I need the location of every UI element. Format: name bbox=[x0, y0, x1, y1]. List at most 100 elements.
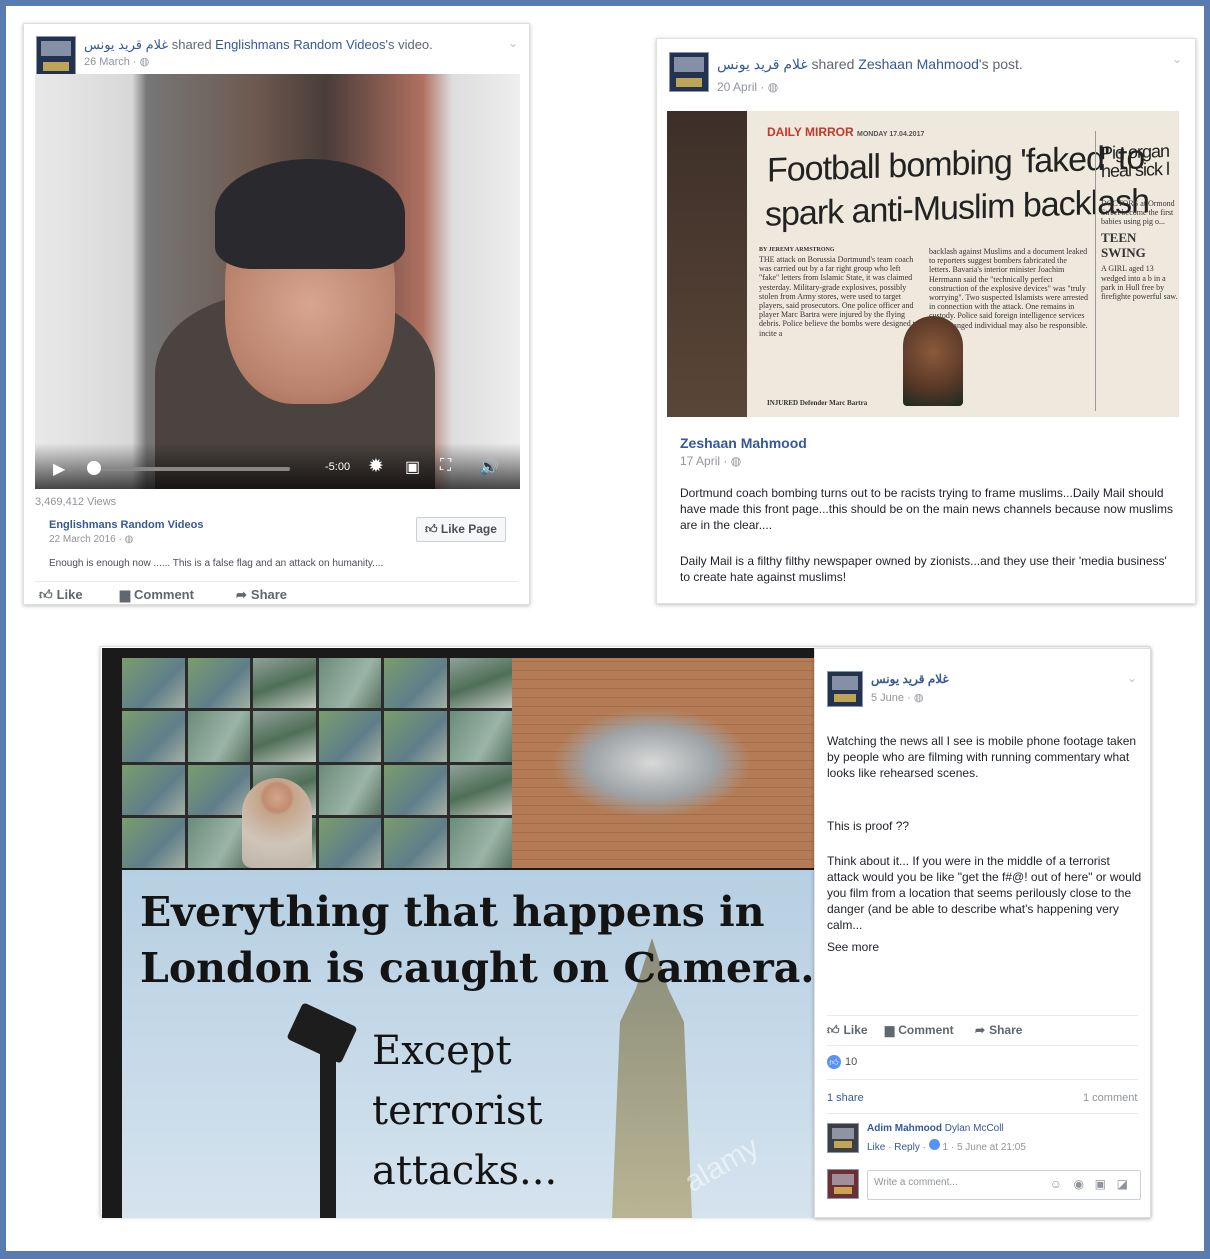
page-avatar[interactable] bbox=[669, 52, 709, 92]
commenter-avatar[interactable] bbox=[827, 1123, 859, 1153]
globe-icon: ◍ bbox=[913, 692, 924, 704]
settings-icon[interactable]: ✹ bbox=[368, 455, 384, 478]
comment-meta: Like · Reply · 1 · 5 June at 21:05 bbox=[867, 1139, 1026, 1153]
video-player[interactable]: ▶ -5:00 ✹ ▣ ⛶ 🔊 bbox=[35, 74, 520, 489]
inner-post-text-1: Dortmund coach bombing turns out to be r… bbox=[680, 486, 1173, 532]
globe-icon: ◍ bbox=[139, 56, 150, 68]
thumbs-up-icon: 👍︎ bbox=[39, 587, 53, 602]
like-reaction-icon: 👍︎ bbox=[827, 1055, 841, 1069]
side-headline: Pig organ heal sick l bbox=[1101, 140, 1170, 182]
comment-count[interactable]: 1 comment bbox=[1083, 1092, 1137, 1104]
source-name[interactable]: Englishmans Random Videos bbox=[49, 519, 203, 531]
operator-figure bbox=[242, 778, 312, 868]
sticker-icon[interactable]: ◪ bbox=[1117, 1177, 1128, 1191]
article-column-1: THE attack on Borussia Dortmund's team c… bbox=[759, 255, 919, 338]
comment-button[interactable]: ▆ Comment bbox=[120, 587, 194, 603]
chevron-down-icon[interactable]: ⌄ bbox=[1127, 671, 1137, 685]
source-date: 22 March 2016 · ◍ bbox=[49, 534, 134, 545]
headline-line-2: spark anti-Muslim backlash bbox=[765, 182, 1150, 234]
author-link[interactable]: غلام قريد يونس bbox=[717, 56, 808, 72]
gif-icon[interactable]: ▣ bbox=[1095, 1177, 1106, 1191]
meme-image[interactable]: Everything that happens in London is cau… bbox=[102, 648, 814, 1218]
post-date[interactable]: 5 June · ◍ bbox=[871, 691, 923, 704]
comment-button[interactable]: ▆ Comment bbox=[885, 1023, 954, 1037]
seek-handle[interactable] bbox=[87, 461, 101, 475]
image-text-line-3: Except bbox=[372, 1028, 512, 1074]
comment-reply-link[interactable]: Reply bbox=[894, 1142, 920, 1153]
photo-edge-shadow bbox=[667, 111, 747, 417]
headline-line-1: Football bombing 'faked' to bbox=[767, 138, 1145, 190]
image-text-line-5: attacks... bbox=[372, 1148, 558, 1194]
thumbs-up-icon: 👍︎ bbox=[425, 522, 441, 536]
photo-caption: INJURED Defender Marc Bartra bbox=[767, 399, 868, 407]
play-icon[interactable]: ▶ bbox=[53, 459, 65, 479]
like-page-button[interactable]: 👍︎ Like Page bbox=[416, 517, 506, 542]
video-post-card: غلام قريد يونس shared Englishmans Random… bbox=[23, 23, 530, 605]
post-paragraph-3: Think about it... If you were in the mid… bbox=[827, 854, 1142, 932]
image-text-line-1: Everything that happens in bbox=[140, 888, 765, 936]
write-comment-input[interactable]: Write a comment... ☺ ◉ ▣ ◪ bbox=[867, 1170, 1141, 1200]
newspaper-photo[interactable]: DAILY MIRROR MONDAY 17.04.2017 Football … bbox=[667, 111, 1179, 417]
inner-post-text-2: Daily Mail is a filthy filthy newspaper … bbox=[680, 554, 1167, 584]
video-caption: Enough is enough now ...... This is a fa… bbox=[49, 558, 384, 569]
cctv-pole bbox=[320, 1048, 336, 1218]
divider bbox=[35, 581, 518, 582]
newspaper-post-card: غلام قريد يونس shared Zeshaan Mahmood's … bbox=[656, 38, 1196, 604]
divider bbox=[827, 1079, 1138, 1080]
share-button[interactable]: ➦ Share bbox=[975, 1023, 1022, 1037]
masthead: DAILY MIRROR MONDAY 17.04.2017 bbox=[767, 125, 925, 139]
byline: BY JEREMY ARMSTRONG bbox=[759, 247, 835, 253]
author-link[interactable]: غلام قريد يونس bbox=[871, 672, 949, 686]
volume-icon[interactable]: 🔊 bbox=[479, 457, 499, 477]
comment-icon: ▆ bbox=[885, 1023, 895, 1037]
chevron-down-icon[interactable]: ⌄ bbox=[508, 36, 518, 50]
side-column-rule bbox=[1095, 131, 1096, 411]
theater-icon[interactable]: ▣ bbox=[405, 457, 420, 477]
see-more-link[interactable]: See more bbox=[827, 939, 879, 955]
inner-date: 17 April · ◍ bbox=[680, 454, 742, 468]
page-avatar[interactable] bbox=[36, 36, 76, 76]
share-button[interactable]: ➦ Share bbox=[236, 587, 287, 603]
camera-icon[interactable]: ◉ bbox=[1074, 1177, 1084, 1191]
share-icon: ➦ bbox=[236, 587, 247, 602]
chevron-down-icon[interactable]: ⌄ bbox=[1172, 52, 1182, 66]
comment-line: Adim Mahmood Dylan McColl bbox=[867, 1123, 1004, 1134]
like-reaction-icon bbox=[928, 1139, 940, 1150]
side-column-text: DOCTORS at Ormond Street become the firs… bbox=[1101, 199, 1178, 301]
post-header: غلام قريد يونس shared Englishmans Random… bbox=[84, 37, 433, 52]
video-controls: ▶ -5:00 ✹ ▣ ⛶ 🔊 bbox=[35, 443, 520, 489]
comment-like-link[interactable]: Like bbox=[867, 1142, 885, 1153]
comment-icon: ▆ bbox=[120, 587, 130, 602]
share-icon: ➦ bbox=[975, 1023, 986, 1037]
globe-icon: ◍ bbox=[767, 80, 779, 94]
time-remaining: -5:00 bbox=[325, 461, 351, 473]
like-button[interactable]: 👍︎ Like bbox=[827, 1023, 868, 1038]
divider bbox=[827, 1045, 1138, 1046]
shared-source-link[interactable]: Zeshaan Mahmood bbox=[858, 56, 979, 72]
image-text-line-2: London is caught on Camera. bbox=[140, 944, 814, 992]
share-count[interactable]: 1 share bbox=[827, 1092, 864, 1104]
globe-icon: ◍ bbox=[730, 454, 742, 468]
page-avatar[interactable] bbox=[827, 671, 863, 707]
emoji-icon[interactable]: ☺ bbox=[1050, 1177, 1062, 1191]
image-text-line-4: terrorist bbox=[372, 1088, 543, 1134]
author-link[interactable]: غلام قريد يونس bbox=[84, 37, 168, 52]
player-photo bbox=[903, 316, 963, 406]
post-sidebar: غلام قريد يونس 5 June · ◍ ⌄ Watching the… bbox=[814, 648, 1151, 1218]
fullscreen-icon[interactable]: ⛶ bbox=[440, 457, 451, 475]
reaction-summary[interactable]: 👍︎ 10 bbox=[827, 1055, 857, 1069]
screenshot-frame: غلام قريد يونس shared Englishmans Random… bbox=[6, 6, 1204, 1251]
camera-cluster bbox=[552, 708, 752, 818]
post-header: غلام قريد يونس shared Zeshaan Mahmood's … bbox=[717, 56, 1023, 72]
comment-author[interactable]: Adim Mahmood bbox=[867, 1123, 942, 1134]
shared-source-link[interactable]: Englishmans Random Videos bbox=[215, 37, 385, 52]
like-button[interactable]: 👍︎ Like bbox=[39, 587, 83, 603]
comment-tag[interactable]: Dylan McColl bbox=[942, 1123, 1004, 1134]
post-paragraph-2: This is proof ?? bbox=[827, 819, 910, 833]
post-date[interactable]: 20 April · ◍ bbox=[717, 80, 778, 94]
post-date[interactable]: 26 March · ◍ bbox=[84, 55, 149, 68]
post-paragraph-1: Watching the news all I see is mobile ph… bbox=[827, 734, 1137, 780]
inner-author[interactable]: Zeshaan Mahmood bbox=[680, 435, 807, 451]
thumbs-up-icon: 👍︎ bbox=[827, 1023, 840, 1037]
seek-bar[interactable] bbox=[90, 467, 290, 471]
